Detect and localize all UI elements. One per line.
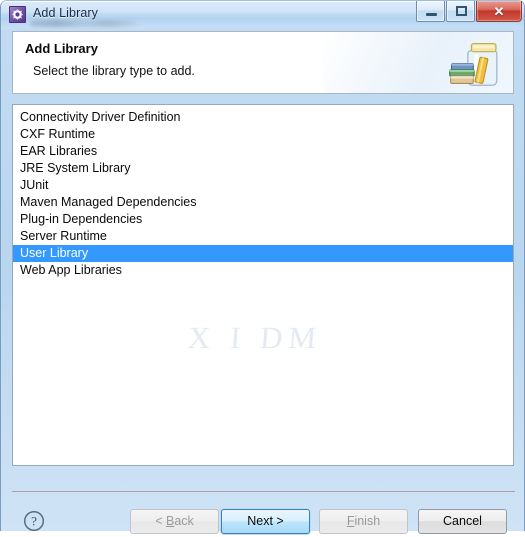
window-controls: ✕ [416, 1, 522, 23]
gear-icon-glyph [12, 9, 23, 20]
back-button-label: < Back [155, 514, 194, 528]
finish-button-label: Finish [346, 514, 381, 528]
list-item[interactable]: Connectivity Driver Definition [13, 109, 513, 126]
minimize-button[interactable] [416, 1, 445, 22]
help-button[interactable]: ? [23, 510, 45, 532]
list-item[interactable]: EAR Libraries [13, 143, 513, 160]
list-items-container: Connectivity Driver Definition CXF Runtim… [13, 109, 513, 279]
gear-icon [9, 6, 26, 23]
next-button[interactable]: Next > [221, 509, 310, 534]
next-button-label: Next > [247, 514, 284, 528]
list-item[interactable]: Maven Managed Dependencies [13, 194, 513, 211]
title-bar[interactable]: Add Library ✕ [1, 1, 524, 29]
cancel-button-label: Cancel [443, 514, 482, 528]
button-bar-separator [12, 491, 515, 492]
maximize-icon [456, 6, 467, 16]
finish-button[interactable]: Finish [319, 509, 408, 534]
close-button[interactable]: ✕ [476, 1, 522, 22]
dialog-window: Add Library ✕ Add Library Select the lib… [0, 0, 525, 534]
minimize-icon [426, 13, 437, 16]
list-item[interactable]: Server Runtime [13, 228, 513, 245]
page-description: Select the library type to add. [33, 64, 195, 78]
list-item[interactable]: Plug-in Dependencies [13, 211, 513, 228]
cancel-button[interactable]: Cancel [418, 509, 507, 534]
list-item[interactable]: JRE System Library [13, 160, 513, 177]
library-jar-books-icon [449, 42, 498, 86]
svg-text:?: ? [31, 514, 37, 529]
watermark-text: X I DM [186, 320, 324, 355]
list-item[interactable]: CXF Runtime [13, 126, 513, 143]
maximize-button[interactable] [446, 1, 475, 22]
wizard-banner: Add Library Select the library type to a… [12, 31, 514, 94]
list-item[interactable]: JUnit [13, 177, 513, 194]
help-icon: ? [23, 510, 45, 532]
list-item[interactable]: Web App Libraries [13, 262, 513, 279]
back-button[interactable]: < Back [130, 509, 219, 534]
window-title: Add Library [33, 6, 99, 20]
list-item[interactable]: User Library [13, 245, 513, 262]
page-title: Add Library [25, 41, 98, 56]
library-type-list[interactable]: X I DM Connectivity Driver Definition CXF… [12, 104, 514, 466]
title-ghost-artifact [31, 20, 136, 27]
close-icon: ✕ [493, 4, 505, 19]
